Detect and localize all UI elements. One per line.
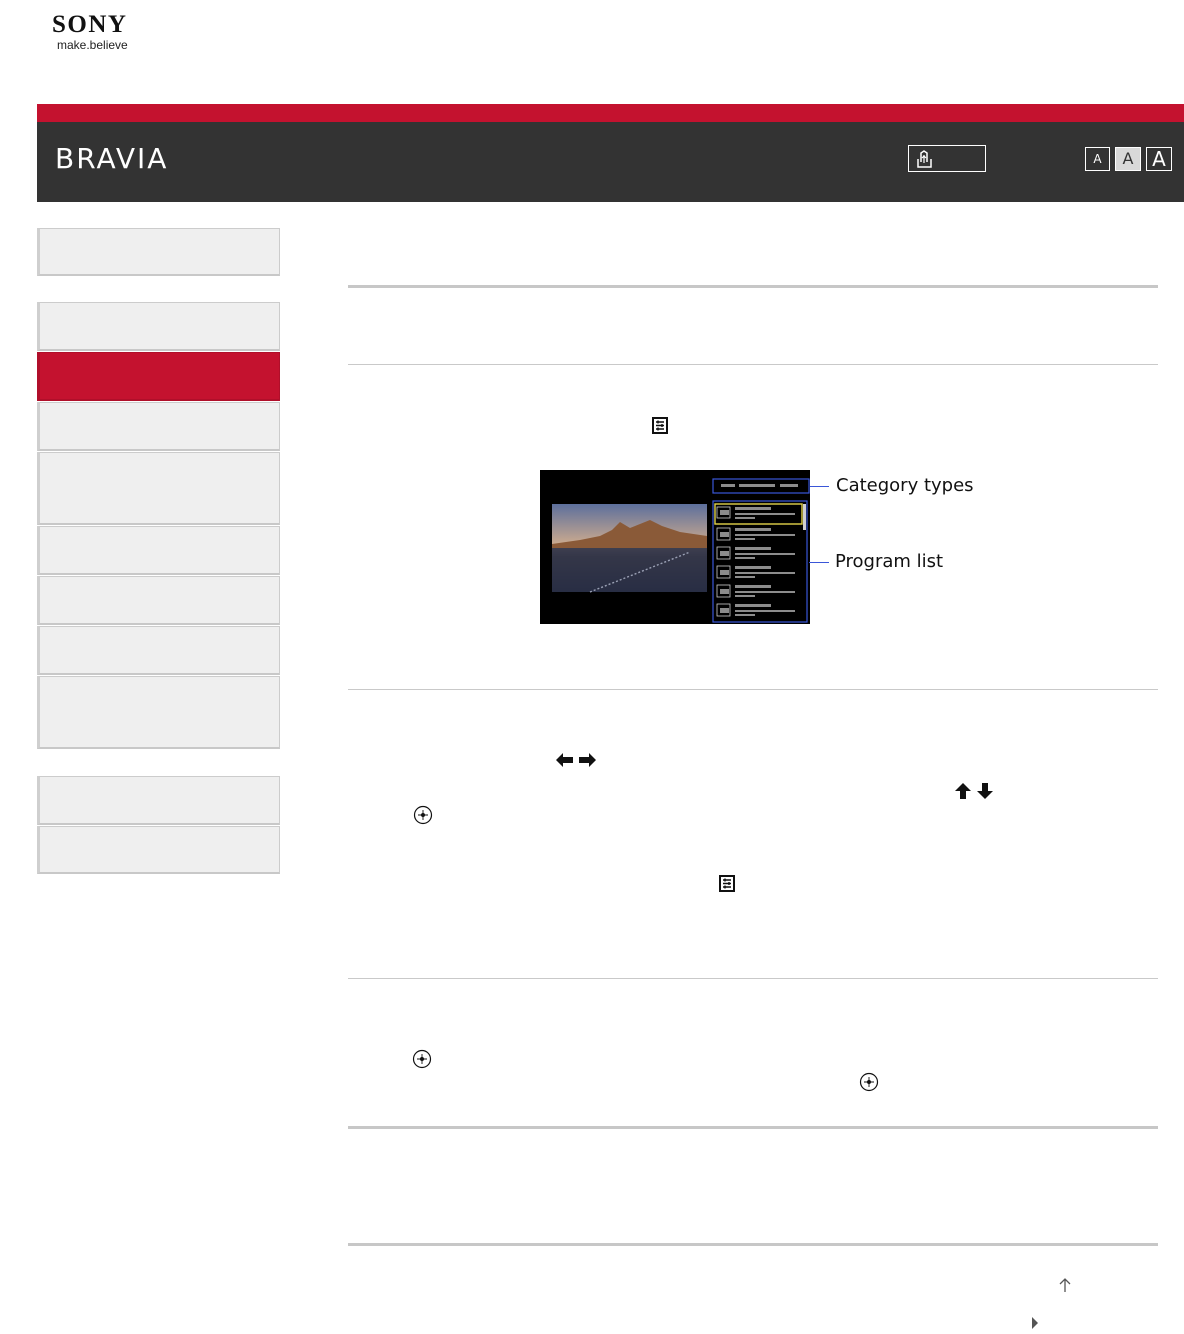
label-program-list: Program list [835, 551, 944, 572]
guide-screen-illustration [540, 470, 810, 624]
options-icon [652, 417, 668, 434]
left-right-arrows-icon [556, 753, 596, 767]
sidebar-item-8[interactable] [37, 676, 280, 749]
font-size-medium-button[interactable]: A [1115, 147, 1141, 171]
font-size-large-button[interactable]: A [1146, 147, 1172, 171]
title-divider [348, 285, 1158, 288]
back-to-top-icon[interactable] [1058, 1277, 1072, 1293]
sidebar-item-3[interactable] [37, 402, 280, 451]
section-divider [348, 1126, 1158, 1129]
sidebar-item-active[interactable] [37, 352, 280, 401]
brand-name: SONY [52, 11, 128, 38]
enter-button-icon [412, 1049, 432, 1069]
sidebar-item-9[interactable] [37, 776, 280, 825]
up-down-arrows-icon [955, 783, 993, 799]
sidebar-item-6[interactable] [37, 576, 280, 625]
sidebar-item-10[interactable] [37, 826, 280, 874]
font-size-small-button[interactable]: A [1085, 147, 1110, 171]
options-icon [719, 875, 735, 892]
section-divider [348, 689, 1158, 690]
callout-line [810, 486, 829, 487]
header-bar: BRAVIA A A A [37, 122, 1184, 202]
section-divider [348, 364, 1158, 365]
brand-tagline: make.believe [57, 38, 128, 52]
sidebar-item-4[interactable] [37, 452, 280, 525]
label-category-types: Category types [836, 475, 974, 496]
section-divider [348, 978, 1158, 979]
sidebar-item-5[interactable] [37, 526, 280, 575]
product-title: BRAVIA [55, 142, 169, 175]
sidebar-item-1[interactable] [37, 302, 280, 351]
guide-screen-graphic [540, 470, 810, 624]
sidebar-item-top[interactable] [37, 228, 280, 276]
sidebar-item-7[interactable] [37, 626, 280, 675]
print-button[interactable] [908, 145, 986, 172]
enter-button-icon [859, 1072, 879, 1092]
footer-divider [348, 1243, 1158, 1246]
header-accent-bar [37, 104, 1184, 122]
next-arrow-icon[interactable] [1030, 1316, 1040, 1330]
callout-line [809, 562, 829, 563]
sony-logo: SONY make.believe [52, 11, 128, 53]
print-icon [917, 150, 932, 168]
enter-button-icon [413, 805, 433, 825]
